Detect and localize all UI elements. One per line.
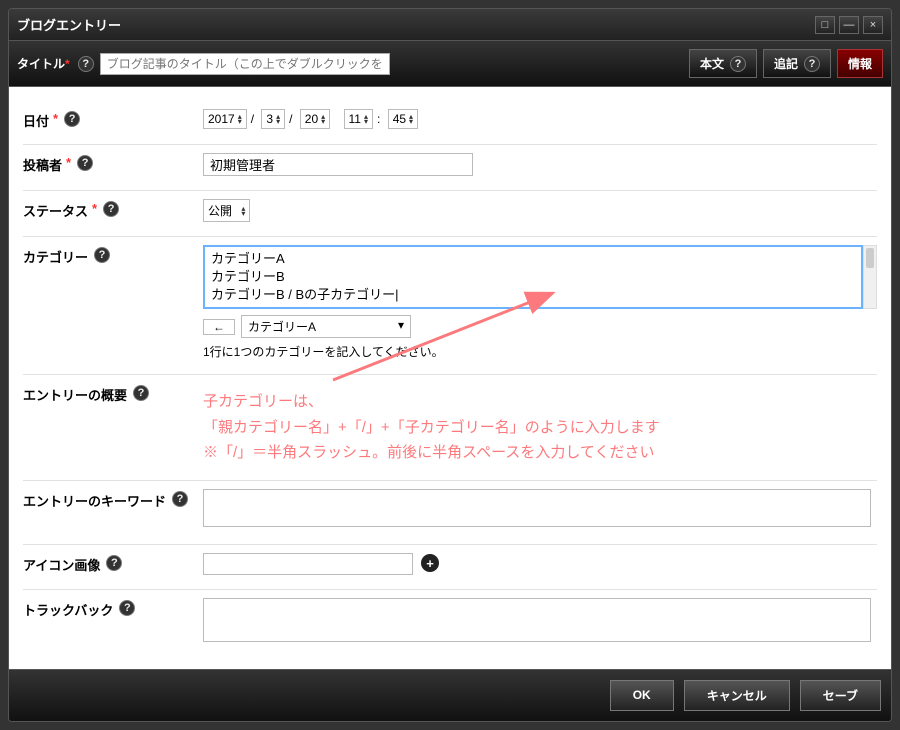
author-label: 投稿者 xyxy=(23,155,62,174)
status-row: ステータス*? 公開 ▴▾ xyxy=(23,191,877,237)
help-icon[interactable]: ? xyxy=(804,56,820,72)
help-icon[interactable]: ? xyxy=(119,600,135,616)
category-row: カテゴリー? ← カテゴリーA▾ 1行に1つのカテゴリーを記入してください。 xyxy=(23,237,877,375)
annotation-text: 子カテゴリーは、 「親カテゴリー名」+「/」+「子カテゴリー名」のように入力しま… xyxy=(203,389,877,466)
window-title: ブログエントリー xyxy=(17,15,811,34)
toolbar: タイトル* ? 本文? 追記? 情報 xyxy=(9,41,891,87)
category-dropdown[interactable]: カテゴリーA▾ xyxy=(241,315,411,338)
add-icon-button[interactable]: + xyxy=(421,554,439,572)
summary-label: エントリーの概要 xyxy=(23,385,127,404)
help-icon[interactable]: ? xyxy=(78,56,94,72)
close-button[interactable]: × xyxy=(863,16,883,34)
title-input[interactable] xyxy=(100,53,390,75)
maximize-button[interactable]: □ xyxy=(815,16,835,34)
date-row: 日付*? 2017▴▾/ 3▴▾/ 20▴▾ 11▴▾: 45▴▾ xyxy=(23,101,877,145)
ok-button[interactable]: OK xyxy=(610,680,674,711)
help-icon[interactable]: ? xyxy=(172,491,188,507)
day-select[interactable]: 20▴▾ xyxy=(300,109,330,129)
help-icon[interactable]: ? xyxy=(730,56,746,72)
keywords-textarea[interactable] xyxy=(203,489,871,527)
blog-entry-window: ブログエントリー □ — × タイトル* ? 本文? 追記? 情報 日付*? 2… xyxy=(8,8,892,722)
help-icon[interactable]: ? xyxy=(103,201,119,217)
category-textarea[interactable] xyxy=(203,245,863,309)
help-icon[interactable]: ? xyxy=(77,155,93,171)
author-input[interactable] xyxy=(203,153,473,176)
body-button[interactable]: 本文? xyxy=(689,49,757,78)
status-label: ステータス xyxy=(23,201,88,220)
icon-row: アイコン画像? + xyxy=(23,545,877,590)
icon-label: アイコン画像 xyxy=(23,555,100,574)
summary-row: エントリーの概要? 子カテゴリーは、 「親カテゴリー名」+「/」+「子カテゴリー… xyxy=(23,375,877,481)
hour-select[interactable]: 11▴▾ xyxy=(344,109,373,129)
form-body: 日付*? 2017▴▾/ 3▴▾/ 20▴▾ 11▴▾: 45▴▾ 投稿者*? … xyxy=(9,87,891,669)
titlebar: ブログエントリー □ — × xyxy=(9,9,891,41)
minute-select[interactable]: 45▴▾ xyxy=(388,109,418,129)
date-label: 日付 xyxy=(23,111,49,130)
author-row: 投稿者*? xyxy=(23,145,877,191)
scrollbar[interactable] xyxy=(863,245,877,309)
minimize-button[interactable]: — xyxy=(839,16,859,34)
category-label: カテゴリー xyxy=(23,247,88,266)
info-button[interactable]: 情報 xyxy=(837,49,883,78)
help-icon[interactable]: ? xyxy=(94,247,110,263)
status-select[interactable]: 公開 ▴▾ xyxy=(203,199,250,222)
help-icon[interactable]: ? xyxy=(64,111,80,127)
help-icon[interactable]: ? xyxy=(106,555,122,571)
footer: OK キャンセル セーブ xyxy=(9,669,891,721)
icon-input[interactable] xyxy=(203,553,413,575)
append-button[interactable]: 追記? xyxy=(763,49,831,78)
keywords-row: エントリーのキーワード? xyxy=(23,481,877,545)
category-hint: 1行に1つのカテゴリーを記入してください。 xyxy=(203,343,877,360)
help-icon[interactable]: ? xyxy=(133,385,149,401)
cancel-button[interactable]: キャンセル xyxy=(684,680,790,711)
arrow-select[interactable]: ← xyxy=(203,319,235,335)
trackback-textarea[interactable] xyxy=(203,598,871,642)
trackback-label: トラックバック xyxy=(23,600,113,619)
year-select[interactable]: 2017▴▾ xyxy=(203,109,247,129)
keywords-label: エントリーのキーワード xyxy=(23,491,166,510)
trackback-row: トラックバック? xyxy=(23,590,877,659)
month-select[interactable]: 3▴▾ xyxy=(261,109,285,129)
title-label: タイトル* xyxy=(17,55,70,72)
save-button[interactable]: セーブ xyxy=(800,680,881,711)
